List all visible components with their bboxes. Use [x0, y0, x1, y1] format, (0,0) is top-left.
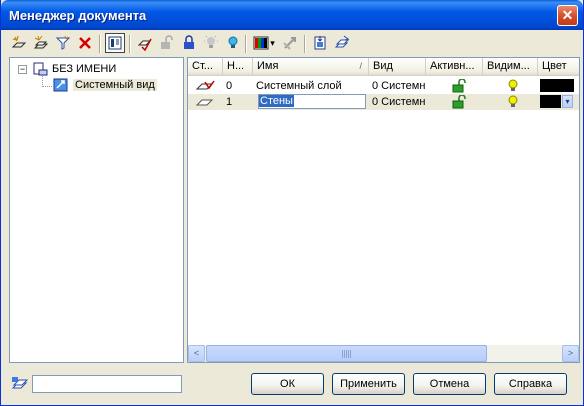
layer-name[interactable]: Системный слой [253, 78, 369, 94]
column-header-visible[interactable]: Видим... [483, 58, 538, 76]
color-picker-icon[interactable]: ▾ [250, 33, 278, 53]
horizontal-scrollbar[interactable]: < > [188, 345, 579, 362]
color-swatch[interactable] [540, 78, 574, 94]
tree-node-label: БЕЗ ИМЕНИ [52, 63, 117, 75]
lock-icon[interactable] [179, 33, 199, 53]
table-row[interactable]: 1 Стены 0 Системн ▾ [188, 94, 579, 110]
color-fill [540, 79, 574, 92]
layer-grid[interactable]: Ст... Н... Имя / Вид Активн... Видим... … [187, 57, 580, 363]
column-header-name[interactable]: Имя / [253, 58, 369, 76]
column-header-number[interactable]: Н... [223, 58, 253, 76]
layer-view: 0 Системн [372, 96, 426, 108]
unlock-icon[interactable] [157, 33, 177, 53]
unlocked-icon[interactable] [448, 94, 468, 110]
panel-view-icon[interactable] [105, 33, 125, 53]
bulb-on-icon[interactable] [504, 78, 524, 94]
cancel-button[interactable]: Отмена [413, 373, 486, 395]
layer-number: 1 [226, 96, 233, 108]
ok-button[interactable]: ОК [251, 373, 324, 395]
document-manager-window: Менеджер документа ✕ ▾ − БЕЗ ИМЕНИ Систе… [0, 0, 584, 406]
light-on-icon[interactable] [223, 33, 243, 53]
apply-button[interactable]: Применить [332, 373, 405, 395]
layer-filter-input[interactable] [32, 375, 182, 393]
color-select[interactable]: ▾ [540, 94, 574, 110]
view-icon [53, 78, 68, 92]
current-layer-icon [192, 78, 222, 94]
sort-indicator-icon: / [359, 61, 362, 71]
tree-connector [42, 76, 52, 87]
toolbar-separator [304, 35, 306, 53]
layer-tree[interactable]: − БЕЗ ИМЕНИ Системный вид [9, 57, 184, 363]
tree-node-document[interactable]: − БЕЗ ИМЕНИ [18, 61, 116, 77]
table-row[interactable]: 0 Системный слой 0 Системн [188, 78, 579, 94]
toolbar: ▾ [9, 33, 369, 55]
layer-name: Стены [259, 95, 294, 107]
layer-icon [192, 94, 222, 110]
column-header-state[interactable]: Ст... [188, 58, 223, 76]
bulb-on-icon[interactable] [504, 94, 524, 110]
scroll-left-button[interactable]: < [188, 345, 205, 362]
apply-button-label: Применить [340, 378, 397, 390]
new-layer-icon[interactable] [9, 33, 29, 53]
unlocked-icon[interactable] [448, 78, 468, 94]
chevron-down-icon[interactable]: ▾ [562, 95, 573, 108]
scrollbar-thumb[interactable] [206, 345, 487, 362]
layer-view: 0 Системн [372, 80, 426, 92]
new-sublayer-icon[interactable] [31, 33, 51, 53]
delete-icon[interactable] [75, 33, 95, 53]
import-icon[interactable] [310, 33, 330, 53]
toolbar-separator [129, 35, 131, 53]
help-button[interactable]: Справка [494, 373, 567, 395]
export-icon[interactable] [332, 33, 352, 53]
tree-expander[interactable]: − [18, 64, 27, 74]
column-header-view[interactable]: Вид [369, 58, 426, 76]
column-header-active[interactable]: Активн... [426, 58, 483, 76]
color-fill [540, 95, 561, 108]
toolbar-separator [99, 35, 101, 53]
title-bar[interactable]: Менеджер документа ✕ [1, 0, 583, 30]
light-off-icon[interactable] [201, 33, 221, 53]
document-icon [33, 62, 48, 76]
filter-icon[interactable] [53, 33, 73, 53]
column-header-color[interactable]: Цвет [538, 58, 579, 76]
toolbar-separator [245, 35, 247, 53]
layer-filter-icon[interactable] [11, 376, 29, 392]
layer-number: 0 [226, 80, 233, 92]
close-button[interactable]: ✕ [557, 5, 578, 26]
layer-name-editor[interactable]: Стены [258, 94, 366, 109]
scrollbar-grip [342, 350, 352, 358]
window-title: Менеджер документа [9, 8, 147, 23]
move-icon[interactable] [280, 33, 300, 53]
layer-name-edit-field[interactable]: Стены [253, 94, 369, 110]
column-label: Имя [257, 60, 279, 72]
scroll-right-button[interactable]: > [562, 345, 579, 362]
tree-node-system-view[interactable]: Системный вид [53, 77, 157, 93]
tree-node-label: Системный вид [73, 79, 157, 91]
set-current-icon[interactable] [135, 33, 155, 53]
chevron-down-icon: ▾ [270, 37, 275, 48]
